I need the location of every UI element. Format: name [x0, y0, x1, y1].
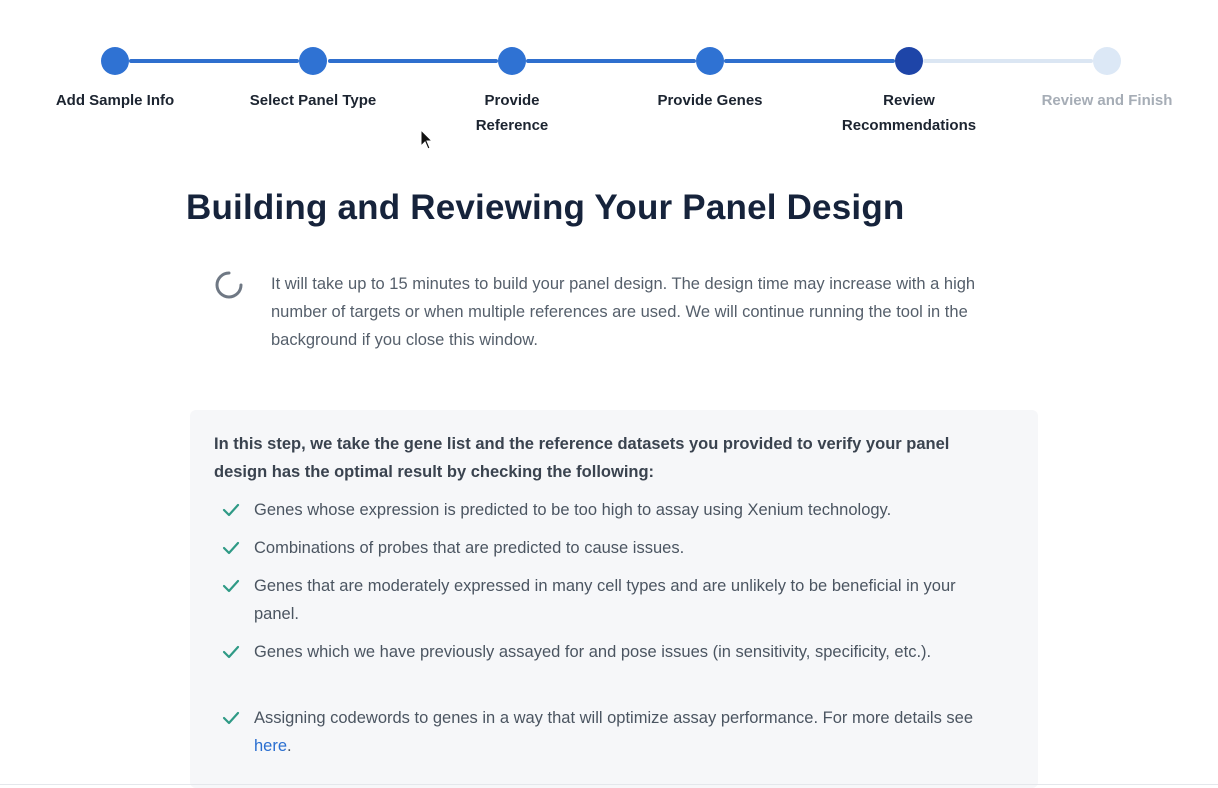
check-icon: [222, 645, 240, 659]
list-item: Genes whose expression is predicted to b…: [222, 496, 1002, 524]
list-item: Assigning codewords to genes in a way th…: [222, 704, 1002, 760]
verification-info-card: In this step, we take the gene list and …: [190, 410, 1038, 788]
step-label-review-recommendations: Review Recommendations: [841, 92, 977, 134]
step-2-dot[interactable]: [299, 47, 327, 75]
list-item-text: Combinations of probes that are predicte…: [254, 539, 685, 557]
step-label-review-and-finish: Review and Finish: [1041, 92, 1173, 109]
check-icon: [222, 711, 240, 725]
list-item: Combinations of probes that are predicte…: [222, 534, 1002, 562]
list-item-suffix: .: [287, 737, 292, 755]
step-4-dot[interactable]: [696, 47, 724, 75]
check-icon: [222, 541, 240, 555]
list-item-text-main: Assigning codewords to genes in a way th…: [254, 709, 974, 727]
list-item-text: Assigning codewords to genes in a way th…: [254, 704, 1004, 760]
step-connector: [724, 59, 895, 63]
step-connector: [923, 59, 1093, 63]
step-connector: [129, 59, 299, 63]
list-item-text: Genes that are moderately expressed in m…: [254, 577, 956, 623]
step-label-select-panel-type[interactable]: Select Panel Type: [228, 88, 398, 113]
list-item: Genes which we have previously assayed f…: [222, 638, 1002, 694]
list-item: Genes that are moderately expressed in m…: [222, 572, 1002, 628]
list-item-text: Genes which we have previously assayed f…: [254, 643, 932, 661]
step-label-provide-reference[interactable]: Provide Reference: [462, 88, 562, 138]
info-intro: In this step, we take the gene list and …: [214, 435, 950, 481]
list-item-text: Genes whose expression is predicted to b…: [254, 501, 892, 519]
step-label-add-sample-info[interactable]: Add Sample Info: [30, 88, 200, 113]
check-icon: [222, 503, 240, 517]
step-3-dot[interactable]: [498, 47, 526, 75]
step-connector: [328, 59, 498, 63]
step-1-dot[interactable]: [101, 47, 129, 75]
step-connector: [526, 59, 696, 63]
progress-stepper: Add Sample Info Select Panel Type Provid…: [0, 0, 1218, 150]
page-title: Building and Reviewing Your Panel Design: [186, 188, 905, 227]
details-link[interactable]: here: [254, 737, 287, 755]
check-icon: [222, 579, 240, 593]
step-5-dot: [895, 47, 923, 75]
loading-message: It will take up to 15 minutes to build y…: [271, 275, 976, 349]
spinner-icon: [215, 271, 243, 299]
step-6-dot: [1093, 47, 1121, 75]
divider: [0, 784, 1218, 785]
mouse-cursor-icon: [420, 129, 434, 150]
step-label-provide-genes[interactable]: Provide Genes: [625, 88, 795, 113]
